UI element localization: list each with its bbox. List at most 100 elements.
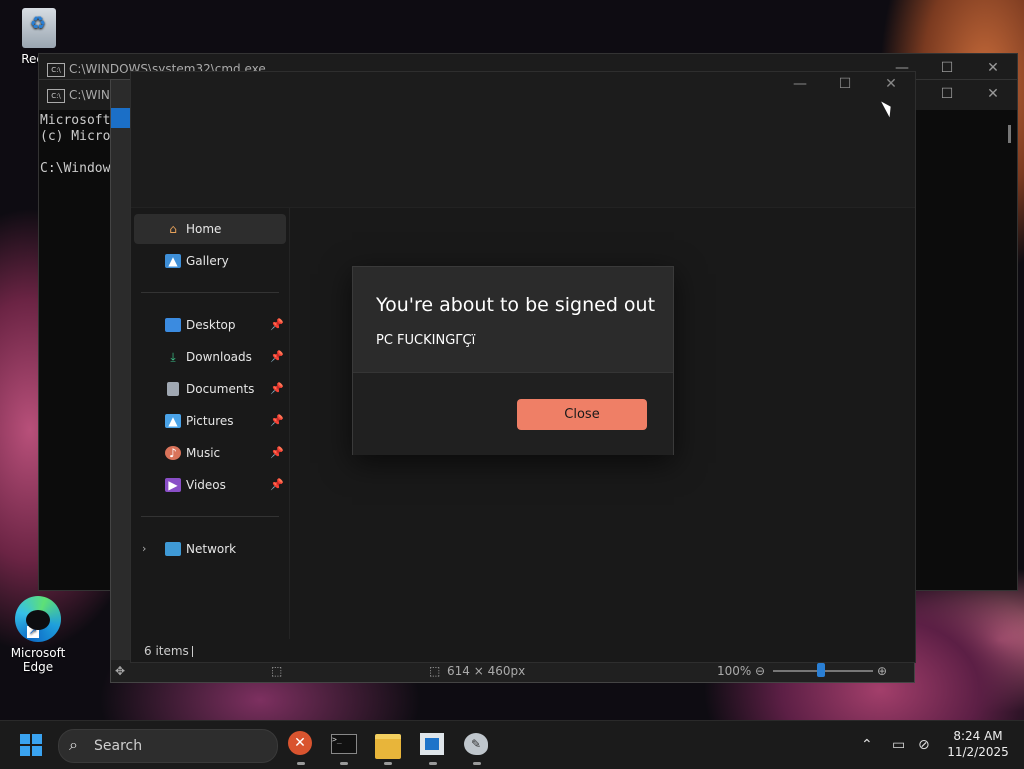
item-count: 6 items [144,644,189,658]
taskbar-search[interactable]: ⌕ Search [58,729,278,763]
nav-divider [141,292,279,293]
desktop-icon [165,318,181,332]
running-indicator [429,762,437,765]
volume-muted-icon[interactable]: ⊘ [918,721,930,769]
taskbar-app-file-explorer[interactable] [375,731,401,765]
close-button[interactable]: ✕ [983,60,1003,76]
maximize-button[interactable]: ☐ [937,86,957,102]
home-icon: ⌂ [169,222,177,236]
close-button[interactable]: Close [517,399,647,430]
downloads-icon: ⤓ [170,350,176,364]
clock-date: 11/2/2025 [947,745,1009,759]
chevron-up-icon[interactable]: ⌃ [861,721,873,769]
dialog-heading: You're about to be signed out [376,294,656,316]
dialog-footer: Close [353,372,673,455]
music-icon: ♪ [165,446,181,460]
status-divider [192,646,193,657]
network-icon [165,542,181,556]
close-button[interactable]: ✕ [983,86,1003,102]
nav-item-gallery[interactable]: ▲ Gallery [134,246,286,276]
canvas-size-icon: ⬚ [429,664,441,678]
taskbar-app-store[interactable] [420,731,446,765]
windows-logo-icon [32,734,42,744]
documents-icon [167,382,179,396]
nav-item-desktop[interactable]: Desktop 📌 [134,310,286,340]
nav-label: Downloads [186,350,252,364]
sign-out-dialog: You're about to be signed out PC FUCKING… [352,266,674,455]
error-app-icon: ✕ [288,731,312,755]
nav-label: Documents [186,382,255,396]
windows-logo-icon [32,746,42,756]
paint-icon: ✎ [464,733,488,755]
taskbar: ⌕ Search ✕ >_ ✎ ⌃ ▭ ⊘ 8:24 AM 11/2/2025 [0,720,1024,769]
maximize-button[interactable]: ☐ [937,60,957,76]
taskbar-app-terminal[interactable]: >_ [331,731,357,765]
console-scrollbar[interactable] [1008,125,1011,143]
edge-icon: ↗ [15,596,61,642]
canvas-size: 614 × 460px [447,664,526,678]
dialog-message: PC FUCKINGΓÇï [376,333,476,348]
minimize-button[interactable]: — [786,76,814,92]
running-indicator [473,762,481,765]
console-output[interactable]: Microsoft (c) Micro C:\Window [39,110,110,177]
cmd-icon: C:\ [47,89,65,103]
edge-label: Microsoft Edge [10,646,66,674]
nav-label: Network [186,542,237,556]
nav-label: Gallery [186,254,229,268]
nav-label: Home [186,222,222,236]
close-button[interactable]: ✕ [877,76,905,92]
nav-item-videos[interactable]: ▶ Videos 📌 [134,470,286,500]
nav-item-documents[interactable]: Documents 📌 [134,374,286,404]
nav-label: Videos [186,478,226,492]
search-placeholder: Search [94,738,143,754]
zoom-slider-thumb[interactable] [817,663,825,677]
selection-icon: ⬚ [271,664,283,678]
nav-item-downloads[interactable]: ⤓ Downloads 📌 [134,342,286,372]
navigation-pane: ⌂ Home ▲ Gallery Desktop 📌 ⤓ Downloads 📌… [131,208,290,639]
paint-status-bar: ✥ ⬚ ⬚ 614 × 460px 100% ⊖ ⊕ [111,660,914,682]
start-button[interactable] [20,734,42,756]
running-indicator [340,762,348,765]
running-indicator [384,762,392,765]
explorer-toolbar[interactable]: — ☐ ✕ [131,72,915,208]
nav-label: Music [186,446,221,460]
windows-logo-icon [20,746,30,756]
windows-logo-icon [20,734,30,744]
pin-icon: 📌 [270,446,284,459]
zoom-out-button[interactable]: ⊖ [755,660,765,682]
paint-file-tab[interactable] [111,108,131,128]
explorer-status-bar: 6 items [131,640,915,662]
console-line: C:\Window [40,161,111,176]
move-icon: ✥ [115,664,126,678]
dialog-body: You're about to be signed out PC FUCKING… [353,267,673,372]
gallery-icon: ▲ [165,254,181,268]
cmd-icon: C:\ [47,63,65,77]
console-line: Microsoft [40,113,111,128]
zoom-in-button[interactable]: ⊕ [877,660,887,682]
pictures-icon: ▲ [165,414,181,428]
terminal-icon: >_ [331,734,357,754]
nav-item-music[interactable]: ♪ Music 📌 [134,438,286,468]
cmd-title: C:\WINI [69,88,114,102]
pin-icon: 📌 [270,478,284,491]
recycle-bin-icon [22,8,56,48]
store-icon [420,733,444,755]
edge-shortcut[interactable]: ↗ Microsoft Edge [3,596,73,674]
nav-label: Pictures [186,414,234,428]
console-line: (c) Micro [40,129,111,144]
taskbar-app-paint[interactable]: ✎ [464,731,490,765]
system-clock[interactable]: 8:24 AM 11/2/2025 [938,728,1018,760]
search-icon: ⌕ [69,735,78,754]
pin-icon: 📌 [270,318,284,331]
nav-item-pictures[interactable]: ▲ Pictures 📌 [134,406,286,436]
network-status-icon[interactable]: ▭ [892,721,905,769]
nav-item-home[interactable]: ⌂ Home [134,214,286,244]
pin-icon: 📌 [270,414,284,427]
maximize-button[interactable]: ☐ [831,76,859,92]
nav-item-network[interactable]: › Network [134,534,286,564]
zoom-level: 100% [717,664,752,678]
chevron-right-icon[interactable]: › [142,534,146,564]
taskbar-app-error[interactable]: ✕ [288,731,314,765]
clock-time: 8:24 AM [953,729,1003,743]
